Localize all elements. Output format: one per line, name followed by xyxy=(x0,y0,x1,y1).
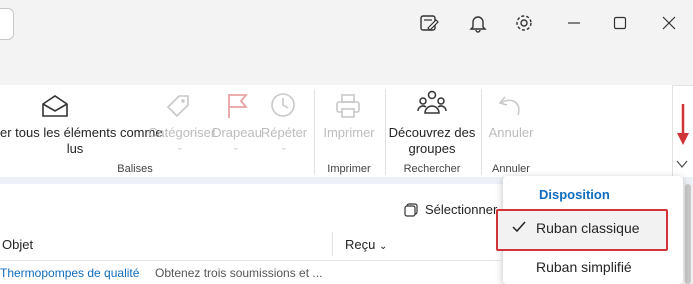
mark-all-read-label-2: lus xyxy=(66,141,84,156)
message-preview[interactable]: Obtenez trois soumissions et ... xyxy=(155,266,322,280)
undo-button[interactable]: Annuler xyxy=(484,125,538,141)
group-label-search: Rechercher xyxy=(403,163,461,175)
annotation-arrow-icon xyxy=(676,104,690,146)
menu-item-simplified-ribbon[interactable]: Ruban simplifié xyxy=(536,259,632,275)
mark-all-read-button[interactable]: er tous les éléments comme lus xyxy=(0,125,163,157)
tag-icon xyxy=(163,91,193,121)
message-sender[interactable]: Thermopompes de qualité xyxy=(0,266,139,280)
print-button[interactable]: Imprimer xyxy=(320,125,378,141)
group-label-undo: Annuler xyxy=(492,163,530,175)
column-header-received[interactable]: Reçu ⌄ xyxy=(345,237,387,252)
group-separator xyxy=(481,89,482,175)
menu-item-classic-ribbon[interactable]: Ruban classique xyxy=(536,220,640,236)
discover-groups-label-2: groupes xyxy=(408,141,456,156)
group-label-tags: Balises xyxy=(117,163,153,175)
ribbon-options-chevron-icon[interactable] xyxy=(675,157,689,171)
close-icon[interactable] xyxy=(658,12,680,34)
maximize-icon[interactable] xyxy=(609,12,631,34)
group-label-print: Imprimer xyxy=(327,163,371,175)
gear-icon[interactable] xyxy=(513,12,535,34)
search-box[interactable] xyxy=(0,8,14,40)
envelope-open-icon xyxy=(40,93,70,119)
discover-groups-button[interactable]: Découvrez des groupes xyxy=(386,125,478,157)
menu-header-disposition: Disposition xyxy=(539,187,610,202)
column-header-subject[interactable]: Objet xyxy=(2,237,33,252)
clock-icon xyxy=(268,90,298,120)
undo-icon xyxy=(496,91,526,121)
chevron-down-icon: ⌄ xyxy=(232,142,240,152)
compose-note-icon[interactable] xyxy=(418,12,440,34)
flag-icon xyxy=(224,91,250,121)
discover-groups-label-1: Découvrez des xyxy=(388,125,476,140)
checkmark-icon xyxy=(511,219,527,235)
chevron-down-icon: ⌄ xyxy=(378,241,388,252)
categorize-button[interactable]: Catégoriser xyxy=(148,125,215,141)
tab-area xyxy=(0,50,693,86)
repeat-button[interactable]: Répéter xyxy=(258,125,310,141)
flag-button[interactable]: Drapeau xyxy=(212,125,262,141)
group-separator xyxy=(314,89,315,175)
minimize-icon[interactable] xyxy=(563,12,585,34)
chevron-down-icon: ⌄ xyxy=(280,142,288,152)
received-label: Reçu xyxy=(345,237,376,252)
title-bar xyxy=(0,0,693,50)
chevron-down-icon: ⌄ xyxy=(176,142,184,152)
column-separator[interactable] xyxy=(332,232,333,256)
bell-icon[interactable] xyxy=(467,12,489,34)
select-icon xyxy=(404,203,418,217)
header-divider xyxy=(0,260,500,261)
people-group-icon xyxy=(416,89,448,119)
printer-icon xyxy=(333,91,363,121)
mark-all-read-label-1: er tous les éléments comme xyxy=(0,125,163,140)
scrollbar-thumb[interactable] xyxy=(685,184,691,284)
select-button[interactable]: Sélectionner xyxy=(425,202,497,217)
